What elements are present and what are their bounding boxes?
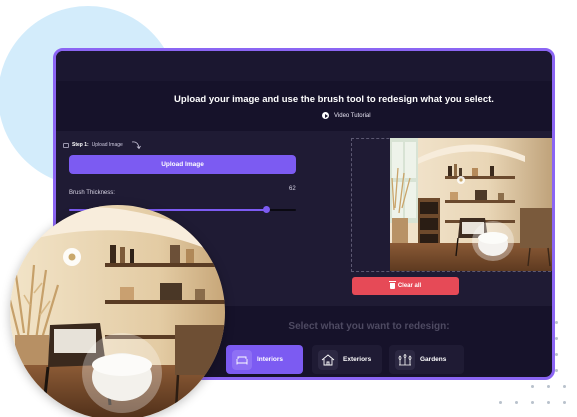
step-indicator: Step 1: Upload Image: [63, 142, 123, 148]
decorative-dot: [563, 385, 566, 388]
decorative-dot: [555, 369, 558, 372]
decorative-dot: [499, 401, 502, 404]
decorative-dot: [531, 385, 534, 388]
plants-icon: [395, 349, 415, 370]
page-heading: Upload your image and use the brush tool…: [174, 94, 494, 105]
trash-icon: [388, 281, 396, 289]
category-interiors-label: Interiors: [257, 356, 284, 363]
category-gardens-label: Gardens: [420, 356, 447, 363]
category-gardens[interactable]: Gardens: [389, 345, 464, 374]
category-exteriors-label: Exteriors: [343, 356, 372, 363]
step-label: Upload Image: [91, 142, 123, 148]
image-icon: [63, 142, 69, 148]
decorative-dot: [547, 385, 550, 388]
step-prefix: Step 1:: [72, 142, 89, 148]
clear-all-label: Clear all: [397, 283, 422, 289]
room-preview-image: [390, 138, 552, 271]
clear-all-button[interactable]: Clear all: [352, 277, 459, 295]
decorative-dot: [547, 401, 550, 404]
stage: Upload your image and use the brush tool…: [0, 0, 577, 417]
decorative-dot: [555, 321, 558, 324]
decorative-dot: [531, 401, 534, 404]
decorative-dot: [515, 401, 518, 404]
brush-thickness-value: 62: [289, 186, 296, 192]
category-exteriors[interactable]: Exteriors: [312, 345, 382, 374]
video-tutorial-label: Video Tutorial: [334, 112, 371, 119]
window-top-bar: [56, 51, 552, 81]
image-dropzone[interactable]: [351, 138, 552, 272]
sofa-icon: [232, 349, 252, 370]
brush-thickness-label: Brush Thickness:: [69, 190, 115, 196]
decorative-dot: [555, 337, 558, 340]
play-icon: [322, 112, 329, 119]
zoom-magnifier-image: [10, 205, 225, 417]
decorative-dot: [555, 353, 558, 356]
slider-thumb[interactable]: [262, 206, 270, 213]
video-tutorial-link[interactable]: Video Tutorial: [322, 112, 371, 119]
curved-arrow-icon: [131, 141, 141, 150]
house-icon: [318, 349, 338, 370]
category-interiors[interactable]: Interiors: [226, 345, 303, 374]
upload-image-button[interactable]: Upload Image: [69, 155, 296, 174]
decorative-dot: [563, 401, 566, 404]
